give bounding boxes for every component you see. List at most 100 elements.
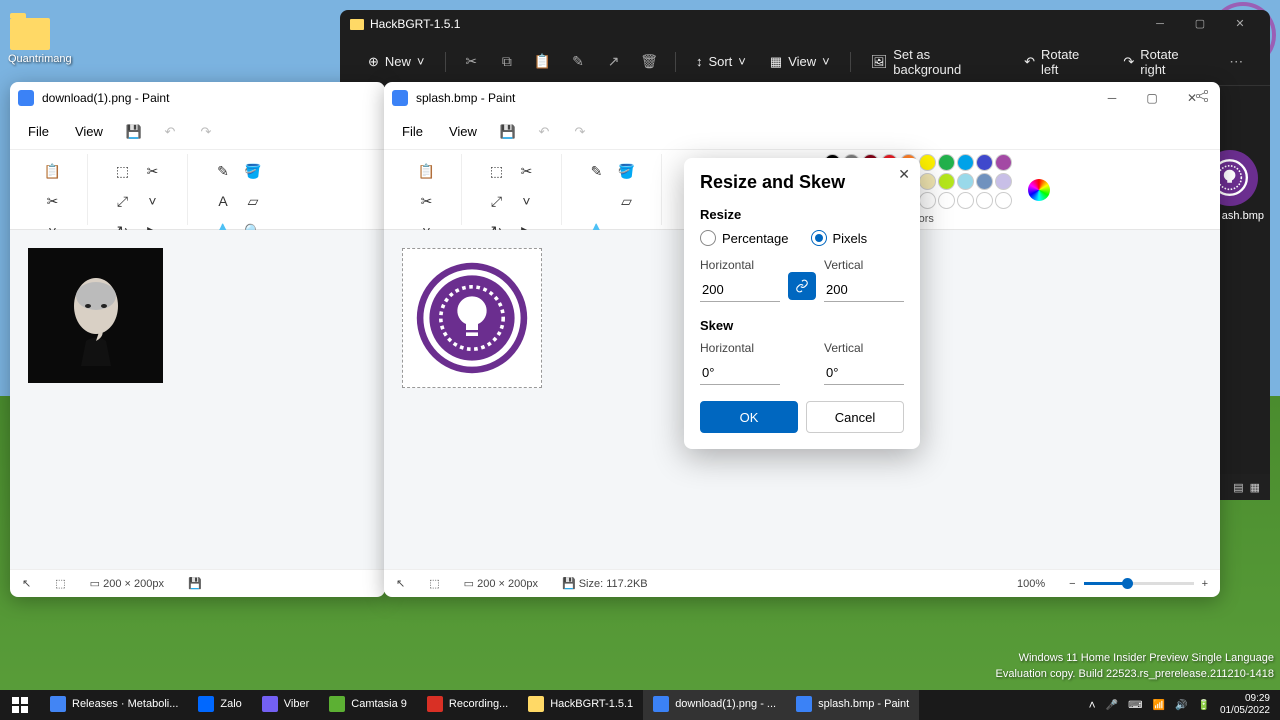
cut-icon[interactable]: ✂	[412, 186, 442, 216]
share-icon[interactable]	[1194, 88, 1210, 104]
select-dropdown-icon[interactable]: ˅	[512, 186, 542, 216]
mic-icon[interactable]: 🎤	[1106, 700, 1118, 711]
color-swatch[interactable]	[957, 192, 974, 209]
color-swatch[interactable]	[957, 173, 974, 190]
maximize-button[interactable]: ▢	[1180, 14, 1220, 34]
paste-icon[interactable]: 📋	[412, 156, 442, 186]
taskbar-item[interactable]: Viber	[252, 690, 319, 720]
color-swatch[interactable]	[919, 154, 936, 171]
taskbar-item[interactable]: Recording...	[417, 690, 518, 720]
paste-icon[interactable]: 📋	[38, 156, 68, 186]
wifi-icon[interactable]: 📶	[1153, 700, 1165, 711]
undo-icon[interactable]: ↶	[529, 118, 559, 146]
eraser-icon[interactable]: ▱	[612, 186, 642, 216]
pencil-icon[interactable]: ✎	[582, 156, 612, 186]
cut-icon[interactable]: ✂	[38, 186, 68, 216]
zoom-out-icon[interactable]: −	[1069, 578, 1075, 590]
start-button[interactable]	[0, 690, 40, 720]
taskbar-item[interactable]: splash.bmp - Paint	[786, 690, 919, 720]
taskbar-item[interactable]: download(1).png - ...	[643, 690, 786, 720]
copy-icon[interactable]: ⧉	[489, 47, 525, 77]
color-swatch[interactable]	[957, 154, 974, 171]
desktop-folder[interactable]: Quantrimang	[8, 18, 52, 65]
color-swatch[interactable]	[919, 192, 936, 209]
taskbar-item[interactable]: Camtasia 9	[319, 690, 417, 720]
color-swatch[interactable]	[995, 154, 1012, 171]
select-icon[interactable]: ⬚	[482, 156, 512, 186]
paint2-titlebar[interactable]: splash.bmp - Paint ─ ▢ ✕	[384, 82, 1220, 114]
color-swatch[interactable]	[976, 173, 993, 190]
paint1-titlebar[interactable]: download(1).png - Paint	[10, 82, 385, 114]
lang-icon[interactable]: ⌨	[1128, 700, 1142, 711]
color-swatch[interactable]	[976, 154, 993, 171]
rename-icon[interactable]: ✎	[560, 47, 596, 77]
zoom-slider[interactable]: − +	[1069, 578, 1208, 590]
explorer-titlebar[interactable]: HackBGRT-1.5.1 ─ ▢ ✕	[340, 10, 1270, 38]
save-icon[interactable]: 💾	[119, 118, 149, 146]
pixels-radio[interactable]: Pixels	[811, 230, 868, 246]
share-icon[interactable]: ↗	[596, 47, 632, 77]
crop-icon[interactable]: ✂	[512, 156, 542, 186]
view-button[interactable]: ▦ View ˅	[758, 48, 842, 76]
redo-icon[interactable]: ↷	[565, 118, 595, 146]
aspect-lock-icon[interactable]	[788, 272, 816, 300]
battery-icon[interactable]: 🔋	[1197, 700, 1209, 711]
text-icon[interactable]	[582, 186, 612, 216]
skew-horizontal-input[interactable]	[700, 361, 780, 385]
crop-icon[interactable]: ✂	[138, 156, 168, 186]
color-swatch[interactable]	[938, 192, 955, 209]
close-button[interactable]: ✕	[1220, 14, 1260, 34]
skew-vertical-input[interactable]	[824, 361, 904, 385]
text-icon[interactable]: A	[208, 186, 238, 216]
set-background-button[interactable]: 🖼 Set as background	[859, 41, 1012, 83]
rotate-right-button[interactable]: ↷ Rotate right	[1111, 41, 1218, 83]
pencil-icon[interactable]: ✎	[208, 156, 238, 186]
color-swatch[interactable]	[938, 154, 955, 171]
zoom-in-icon[interactable]: +	[1202, 578, 1208, 590]
taskbar-item[interactable]: HackBGRT-1.5.1	[518, 690, 643, 720]
tray-overflow-icon[interactable]: ˄	[1089, 698, 1096, 712]
view-menu[interactable]: View	[439, 120, 487, 143]
view-grid-icon[interactable]: ▦	[1250, 481, 1260, 494]
cancel-button[interactable]: Cancel	[806, 401, 904, 433]
dialog-close-icon[interactable]: ✕	[898, 166, 910, 183]
redo-icon[interactable]: ↷	[191, 118, 221, 146]
more-icon[interactable]: ⋯	[1218, 47, 1254, 77]
vertical-input[interactable]	[824, 278, 904, 302]
color-swatch[interactable]	[938, 173, 955, 190]
ok-button[interactable]: OK	[700, 401, 798, 433]
file-menu[interactable]: File	[392, 120, 433, 143]
minimize-button[interactable]: ─	[1092, 84, 1132, 112]
undo-icon[interactable]: ↶	[155, 118, 185, 146]
eraser-icon[interactable]: ▱	[238, 186, 268, 216]
maximize-button[interactable]: ▢	[1132, 84, 1172, 112]
view-menu[interactable]: View	[65, 120, 113, 143]
new-button[interactable]: ⊕ New ˅	[356, 48, 437, 76]
taskbar-item[interactable]: Releases · Metaboli...	[40, 690, 188, 720]
resize-icon[interactable]: ⤢	[108, 186, 138, 216]
volume-icon[interactable]: 🔊	[1175, 700, 1187, 711]
delete-icon[interactable]: 🗑	[631, 47, 667, 77]
horizontal-input[interactable]	[700, 278, 780, 302]
select-dropdown-icon[interactable]: ˅	[138, 186, 168, 216]
percentage-radio[interactable]: Percentage	[700, 230, 789, 246]
rotate-left-button[interactable]: ↶ Rotate left	[1012, 41, 1111, 83]
select-icon[interactable]: ⬚	[108, 156, 138, 186]
color-swatch[interactable]	[995, 192, 1012, 209]
clock[interactable]: 09:29 01/05/2022	[1220, 693, 1270, 717]
color-swatch[interactable]	[976, 192, 993, 209]
resize-icon[interactable]: ⤢	[482, 186, 512, 216]
file-menu[interactable]: File	[18, 120, 59, 143]
color-swatch[interactable]	[919, 173, 936, 190]
paste-icon[interactable]: 📋	[525, 47, 561, 77]
taskbar-item[interactable]: Zalo	[188, 690, 251, 720]
sort-button[interactable]: ↕ Sort ˅	[684, 48, 758, 75]
view-list-icon[interactable]: ▤	[1233, 481, 1243, 494]
fill-icon[interactable]: 🪣	[612, 156, 642, 186]
paint1-canvas[interactable]	[10, 230, 385, 569]
system-tray[interactable]: ˄ 🎤 ⌨ 📶 🔊 🔋 09:29 01/05/2022	[1079, 693, 1280, 717]
edit-colors-icon[interactable]	[1028, 179, 1050, 201]
minimize-button[interactable]: ─	[1140, 14, 1180, 34]
color-swatch[interactable]	[995, 173, 1012, 190]
fill-icon[interactable]: 🪣	[238, 156, 268, 186]
